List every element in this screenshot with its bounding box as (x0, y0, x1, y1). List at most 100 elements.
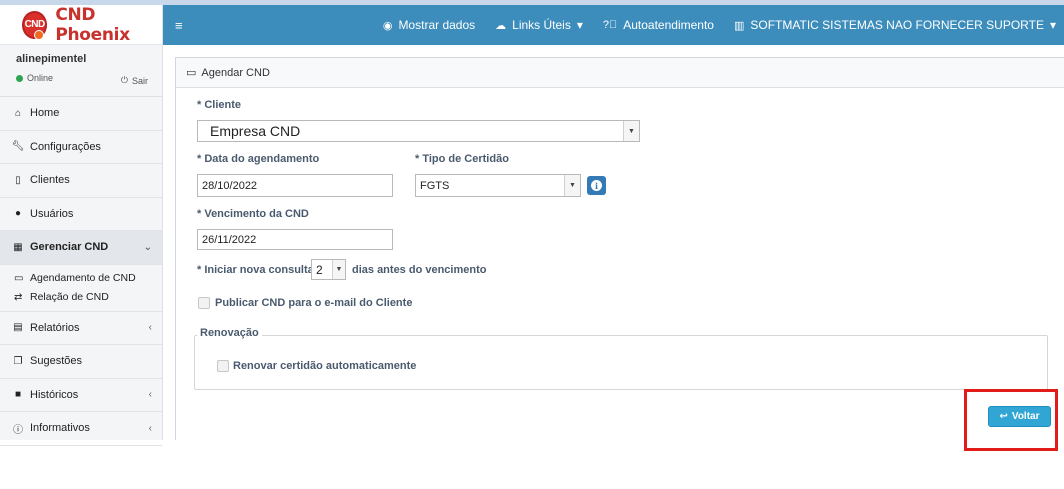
dropdown-arrow-icon: ▼ (332, 260, 345, 279)
sidebar-item-label: Sugestões (30, 355, 82, 368)
wrench-icon: 🔧︎ (11, 141, 25, 153)
dropdown-arrow-icon: ▼ (623, 121, 639, 141)
calendar-icon: ▭ (186, 67, 197, 79)
comments-icon: ❐ (13, 355, 23, 367)
logout-label: Sair (131, 75, 148, 86)
sidebar-item-usuarios[interactable]: ● Usuários (0, 198, 162, 231)
user-status-label: Online (27, 73, 54, 83)
sidebar-item-configuracoes[interactable]: 🔧︎ Configurações (0, 131, 162, 164)
company-label: SOFTMATIC SISTEMAS NAO FORNECER SUPORTE (750, 18, 1044, 32)
sidebar-item-label: Configurações (30, 140, 101, 153)
sidebar-item-label: Usuários (30, 207, 74, 220)
caret-down-icon: ▾ (1049, 18, 1056, 32)
chevron-left-icon: ‹ (148, 322, 152, 334)
sidebar-item-label: Home (30, 107, 60, 120)
sidebar-item-label: Gerenciar CND (30, 241, 109, 254)
data-agendamento-label: * Data do agendamento (197, 153, 320, 165)
back-icon: ↩ (999, 411, 1008, 422)
calendar-icon: ▭ (14, 272, 24, 284)
home-icon: ⌂ (14, 107, 22, 119)
cloud-icon: ☁ (495, 19, 507, 32)
consulta-dias-select[interactable]: 2 ▼ (311, 259, 346, 280)
vencimento-label: * Vencimento da CND (197, 208, 309, 220)
top-navbar: ≡ ◉ Mostrar dados ☁ Links Úteis ▾ ?⃝ Aut… (163, 5, 1064, 45)
renovacao-legend: Renovação (197, 327, 262, 339)
vencimento-value: 26/11/2022 (202, 233, 257, 246)
sidebar: CND CND Phoenix alinepimentel Online ⏻ S… (0, 5, 163, 446)
exchange-icon: ⇄ (14, 291, 23, 303)
navbar-links: ◉ Mostrar dados ☁ Links Úteis ▾ ?⃝ Autoa… (383, 18, 1064, 32)
cliente-value: Empresa CND (210, 123, 301, 139)
sidebar-item-gerenciar-cnd[interactable]: ▦ Gerenciar CND ⌄ (0, 231, 162, 265)
page-title: Agendar CND (201, 66, 270, 79)
file-icon: ▤ (13, 322, 23, 334)
show-data-label: Mostrar dados (398, 18, 476, 32)
info-icon: i (591, 180, 602, 191)
submenu-item-label: Relação de CND (30, 291, 109, 303)
useful-links-dropdown[interactable]: ☁ Links Úteis ▾ (495, 18, 583, 32)
tipo-certidao-select[interactable]: FGTS ▼ (415, 174, 581, 197)
building-icon: ▥ (733, 19, 745, 32)
tipo-certidao-value: FGTS (420, 179, 450, 192)
renovar-checkbox[interactable] (217, 360, 229, 372)
main-content: ▭ Agendar CND * Cliente Empresa CND ▼ * … (175, 57, 1064, 440)
user-name: alinepimentel (16, 53, 87, 65)
chevron-left-icon: ‹ (148, 389, 152, 401)
logo-badge-text: CND (24, 19, 46, 30)
sidebar-item-label: Clientes (30, 174, 70, 187)
cliente-label: * Cliente (197, 99, 242, 111)
voltar-label: Voltar (1011, 411, 1040, 422)
app-title: CND Phoenix (55, 4, 130, 45)
logo-dot (34, 29, 45, 40)
self-service-label: Autoatendimento (623, 18, 714, 32)
submenu-item-label: Agendamento de CND (30, 272, 136, 284)
sidebar-item-home[interactable]: ⌂ Home (0, 97, 162, 131)
data-agendamento-value: 28/10/2022 (202, 179, 258, 192)
sidebar-item-label: Informativos (30, 422, 90, 435)
archive-icon: ■ (14, 389, 22, 401)
submenu-item-agendamento[interactable]: ▭ Agendamento de CND (14, 269, 162, 288)
app-logo[interactable]: CND CND Phoenix (0, 5, 162, 45)
useful-links-label: Links Úteis (512, 18, 571, 32)
voltar-button[interactable]: ↩ Voltar (988, 406, 1051, 427)
eye-icon: ◉ (382, 19, 393, 32)
menu-toggle-icon[interactable]: ≡ (175, 18, 183, 33)
power-icon: ⏻ (120, 75, 128, 85)
company-dropdown[interactable]: ▥ SOFTMATIC SISTEMAS NAO FORNECER SUPORT… (734, 18, 1056, 32)
sidebar-item-sugestoes[interactable]: ❐ Sugestões (0, 345, 162, 379)
info-circle-icon: ⓘ (13, 424, 23, 436)
user-icon: ● (14, 208, 22, 220)
publicar-label: Publicar CND para o e-mail do Cliente (215, 297, 413, 309)
dropdown-arrow-icon: ▼ (564, 175, 580, 196)
chevron-left-icon: ‹ (148, 422, 152, 434)
cliente-select[interactable]: Empresa CND ▼ (197, 120, 640, 142)
calendar-icon: ▦ (13, 241, 23, 253)
submenu-gerenciar-cnd: ▭ Agendamento de CND ⇄ Relação de CND (0, 265, 162, 312)
renovar-label: Renovar certidão automaticamente (233, 360, 417, 372)
chevron-down-icon: ⌄ (143, 241, 152, 253)
submenu-item-relacao[interactable]: ⇄ Relação de CND (14, 288, 162, 307)
sidebar-item-relatorios[interactable]: ▤ Relatórios ‹ (0, 312, 162, 345)
online-indicator-icon (16, 74, 23, 82)
building-icon: ▯ (15, 174, 21, 186)
info-button[interactable]: i (587, 176, 606, 195)
sidebar-item-label: Relatórios (30, 321, 80, 334)
consulta-prefix-label: * Iniciar nova consulta (197, 264, 314, 276)
caret-down-icon: ▾ (576, 18, 583, 32)
show-data-link[interactable]: ◉ Mostrar dados (383, 18, 475, 32)
vencimento-input[interactable]: 26/11/2022 (197, 229, 393, 250)
sidebar-item-clientes[interactable]: ▯ Clientes (0, 164, 162, 198)
user-panel: alinepimentel Online ⏻ Sair (0, 45, 162, 97)
data-agendamento-input[interactable]: 28/10/2022 (197, 174, 393, 197)
box-header: ▭ Agendar CND (176, 58, 1064, 88)
consulta-suffix-label: dias antes do vencimento (352, 264, 487, 276)
publicar-checkbox[interactable] (198, 297, 210, 309)
self-service-link[interactable]: ?⃝ Autoatendimento (603, 18, 714, 32)
tipo-certidao-label: * Tipo de Certidão (415, 153, 509, 165)
sidebar-item-informativos[interactable]: ⓘ Informativos ‹ (0, 412, 162, 446)
sidebar-item-historicos[interactable]: ■ Históricos ‹ (0, 379, 162, 412)
logout-link[interactable]: ⏻ Sair (121, 75, 148, 86)
logo-badge: CND (22, 10, 48, 40)
sidebar-item-label: Históricos (30, 388, 79, 401)
question-circle-icon: ?⃝ (602, 19, 618, 31)
